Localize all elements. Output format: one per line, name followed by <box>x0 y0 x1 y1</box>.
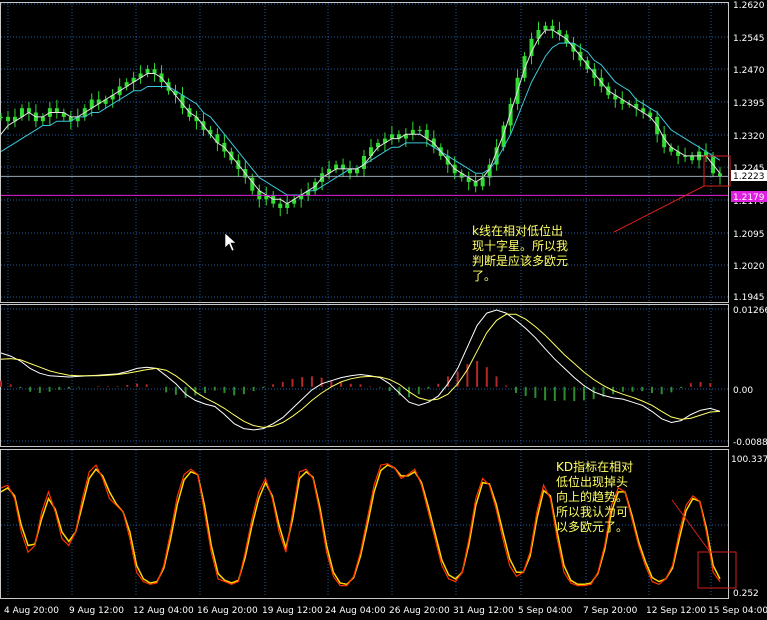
time-tick-label: 5 Sep 04:00 <box>518 606 573 616</box>
price-annotation-line: 判断是应该多欧元 <box>472 253 568 268</box>
time-tick-label: 4 Aug 20:00 <box>4 606 59 616</box>
forex-chart: k线在相对低位出 现十字星。所以我 判断是应该多欧元 了。 KD指标在相对 低位… <box>0 1 767 616</box>
price-tick-label: 1.2545 <box>733 34 765 44</box>
candle-body <box>389 134 394 139</box>
time-tick-label: 12 Aug 04:00 <box>133 606 194 616</box>
candle-body <box>5 116 10 122</box>
mouse-cursor-icon <box>224 232 237 252</box>
time-tick-label: 9 Aug 12:00 <box>69 606 124 616</box>
price-panel: k线在相对低位出 现十字星。所以我 判断是应该多欧元 了。 <box>0 19 731 283</box>
kd-annotation-line: 以多欧元了。 <box>556 520 628 534</box>
kd-annotation-line: KD指标在相对 <box>556 459 633 474</box>
time-tick-label: 7 Sep 20:00 <box>583 606 638 616</box>
price-tick-label: 1.1945 <box>733 293 765 303</box>
macd-tick-label: 0.01266 <box>733 306 767 316</box>
kd-annotation-line: 低位出现掉头 <box>556 474 628 489</box>
price-annotation-line: k线在相对低位出 <box>472 223 563 238</box>
macd-signal-line <box>0 313 721 428</box>
candle-body <box>550 25 555 31</box>
price-tick-label: 1.2395 <box>733 99 765 109</box>
doji-highlight-box <box>703 155 731 187</box>
time-tick-label: 24 Aug 04:00 <box>325 606 386 616</box>
time-tick-label: 12 Sep 12:00 <box>646 606 706 616</box>
candle-body <box>529 38 534 57</box>
price-annotation-line: 了。 <box>472 269 496 283</box>
price-tick-label: 1.2470 <box>733 66 765 76</box>
candle-body <box>26 108 31 113</box>
time-tick-label: 15 Sep 04:00 <box>708 606 767 616</box>
candle-body <box>473 181 478 187</box>
price-tick-label: 1.2620 <box>733 1 765 11</box>
macd-tick-label: -0.00881 <box>733 438 767 448</box>
candle-body <box>543 25 548 31</box>
candle-body <box>417 129 422 131</box>
kd-annotation-line: 所以我认为可 <box>556 505 628 519</box>
ma-slow-line <box>0 42 721 196</box>
price-tick-label: 1.2320 <box>733 132 765 142</box>
candle-body <box>690 155 695 161</box>
time-tick-label: 19 Aug 12:00 <box>262 606 323 616</box>
price-tick-label: 1.2020 <box>733 262 765 272</box>
candle-body <box>152 69 157 74</box>
kd-highlight-box <box>697 551 737 589</box>
candle-body <box>410 129 415 135</box>
kd-panel: KD指标在相对 低位出现掉头 向上的趋势。 所以我认为可 以多欧元了。 <box>0 459 737 589</box>
candle-body <box>40 116 45 122</box>
kd-tick-label: 100.3375 <box>731 455 767 465</box>
candle-body <box>334 164 339 169</box>
candle-body <box>0 116 3 118</box>
kd-tick-label: 0.252 <box>733 589 759 599</box>
macd-histogram <box>0 361 712 401</box>
time-tick-label: 26 Aug 20:00 <box>389 606 450 616</box>
ma-fast-line <box>0 29 721 205</box>
support-price-label: 1.2179 <box>733 193 765 203</box>
price-annotation-line: 现十字星。所以我 <box>472 238 568 253</box>
candle-body <box>285 203 290 209</box>
candle-body <box>278 203 283 209</box>
price-tick-label: 1.2095 <box>733 230 765 240</box>
macd-panel <box>0 309 721 431</box>
current-price-label: 1.2223 <box>733 172 765 182</box>
macd-main-line <box>0 309 721 431</box>
kd-annotation-line: 向上的趋势。 <box>556 489 628 504</box>
candle-body <box>145 69 150 74</box>
candlestick-series <box>0 19 722 217</box>
macd-tick-label: 0.00 <box>733 386 753 396</box>
candle-body <box>341 164 346 169</box>
candle-body <box>54 108 59 113</box>
candle-body <box>355 168 360 174</box>
price-axis: 1.2620 1.2545 1.2470 1.2395 1.2320 1.224… <box>731 1 767 599</box>
time-tick-label: 31 Aug 12:00 <box>453 606 514 616</box>
time-tick-label: 16 Aug 20:00 <box>197 606 258 616</box>
price-annotation-arrow <box>613 185 705 233</box>
time-axis: 4 Aug 20:00 9 Aug 12:00 12 Aug 04:00 16 … <box>4 606 767 616</box>
